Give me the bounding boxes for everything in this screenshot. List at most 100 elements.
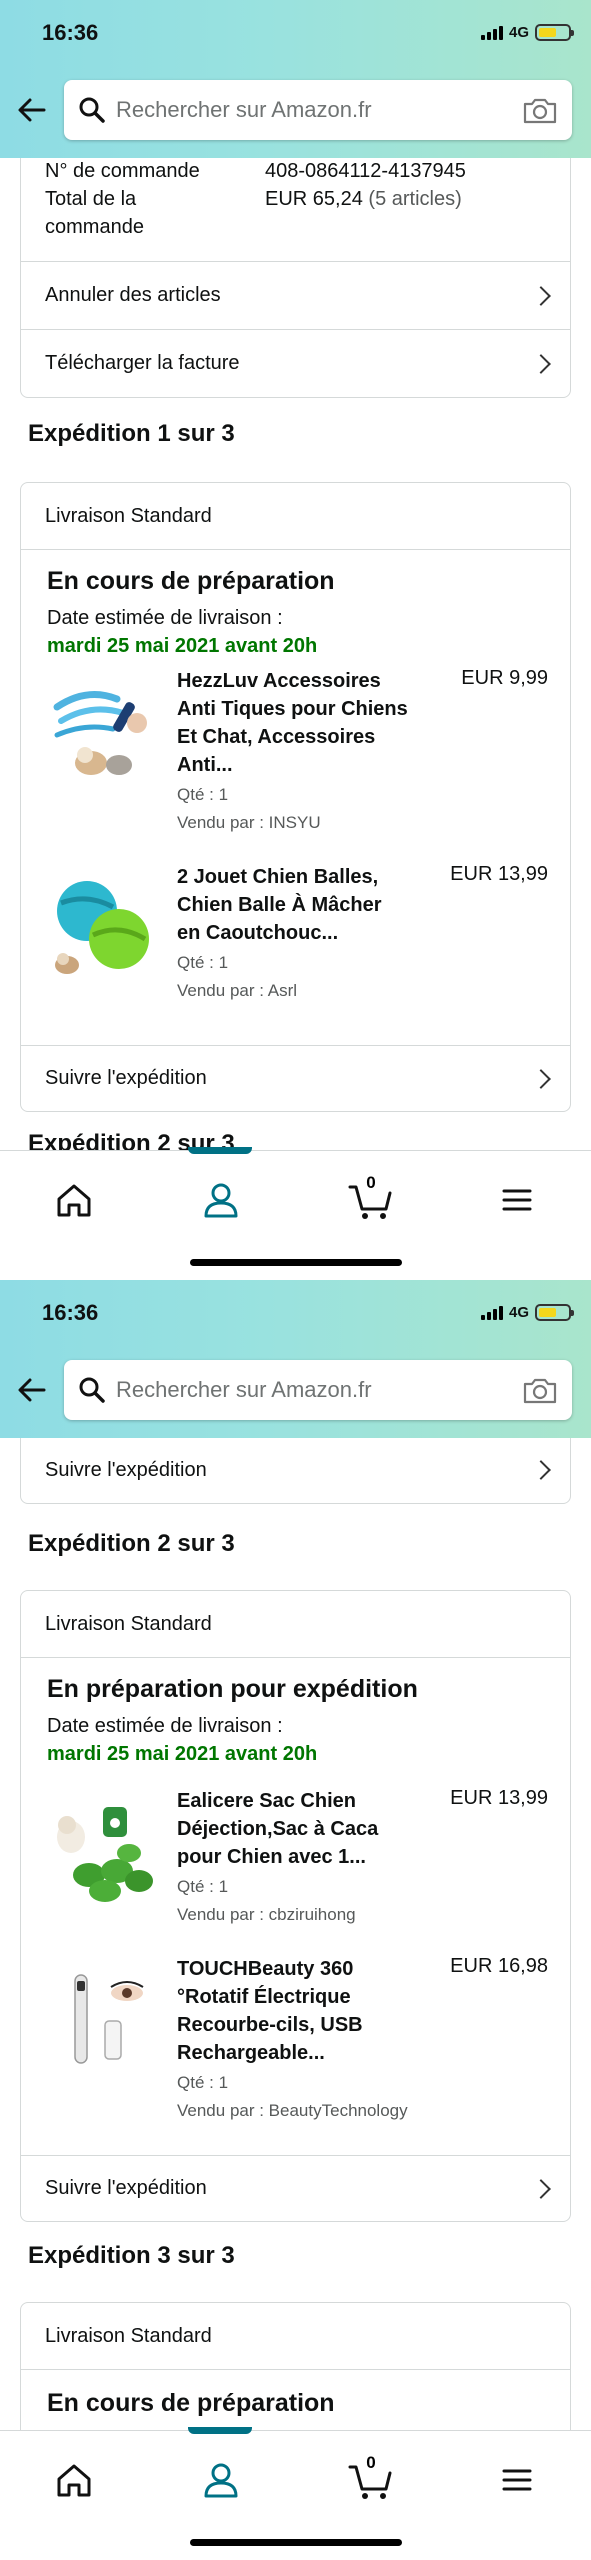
product-name[interactable]: Ealicere Sac Chien Déjection,Sac à Caca … — [177, 1787, 427, 1871]
shipment-1-method: Livraison Standard — [21, 483, 570, 549]
home-icon[interactable] — [49, 1175, 99, 1225]
search-placeholder: Rechercher sur Amazon.fr — [116, 1377, 372, 1402]
camera-icon[interactable] — [522, 95, 558, 125]
product-name-line: °Rotatif Électrique — [177, 1986, 351, 2008]
product-name[interactable]: TOUCHBeauty 360 °Rotatif Électrique Reco… — [177, 1955, 427, 2067]
camera-icon[interactable] — [522, 1375, 558, 1405]
back-arrow-icon[interactable] — [14, 1372, 50, 1408]
product-seller: Vendu par : INSYU — [177, 813, 321, 832]
product-quantity: Qté : 1 — [177, 785, 229, 804]
product-name-line: Recourbe-cils, USB — [177, 2014, 363, 2036]
product-name-line: Et Chat, Accessoires — [177, 726, 376, 748]
download-invoice-row[interactable]: Télécharger la facture — [21, 329, 570, 397]
order-details-content: Suivre l'expédition Expédition 2 sur 3 L… — [0, 1438, 591, 2448]
track-shipment-row[interactable]: Suivre l'expédition — [21, 1045, 570, 1111]
order-summary-card: N° de commande 408-0864112-4137945 Total… — [20, 158, 571, 398]
track-shipment-label: Suivre l'expédition — [45, 1067, 207, 1089]
cancel-items-label: Annuler des articles — [45, 284, 221, 306]
chevron-right-icon — [531, 1068, 551, 1089]
product-name-line: Anti... — [177, 754, 233, 776]
shipment-2-title: Expédition 2 sur 3 — [28, 1530, 235, 1557]
divider — [21, 2369, 570, 2370]
order-item[interactable]: TOUCHBeauty 360 °Rotatif Électrique Reco… — [21, 1955, 570, 2120]
account-icon[interactable] — [196, 2455, 246, 2505]
home-indicator — [190, 1259, 402, 1266]
order-total-label-2: commande — [45, 216, 144, 238]
product-name-line: Chien Balle À Mâcher — [177, 894, 382, 916]
search-input[interactable]: Rechercher sur Amazon.fr — [64, 1360, 572, 1420]
search-placeholder: Rechercher sur Amazon.fr — [116, 97, 372, 122]
track-shipment-row[interactable]: Suivre l'expédition — [21, 2155, 570, 2221]
product-image-eyelash-curler[interactable] — [47, 1965, 157, 2075]
download-invoice-label: Télécharger la facture — [45, 352, 240, 374]
chevron-right-icon — [531, 353, 551, 374]
product-image-tick-tools[interactable] — [47, 677, 157, 787]
screen-1: 16:36 4G Rechercher sur Amazon.fr N° de … — [0, 0, 591, 1280]
network-label: 4G — [508, 24, 529, 41]
cart-button[interactable]: 0 — [346, 1173, 396, 1225]
order-number-label: N° de commande — [45, 160, 200, 182]
search-icon — [79, 1377, 105, 1403]
shipment-method-label: Livraison Standard — [45, 504, 212, 527]
chevron-right-icon — [531, 285, 551, 306]
delivery-date-value: mardi 25 mai 2021 avant 20h — [47, 1743, 318, 1765]
cart-count: 0 — [366, 2453, 376, 2472]
divider — [21, 1657, 570, 1658]
shipment-2-status: En préparation pour expédition — [47, 1675, 418, 1703]
shipment-1-card: Livraison Standard En cours de préparati… — [20, 482, 571, 1112]
cart-button[interactable]: 0 — [346, 2453, 396, 2505]
menu-icon[interactable] — [492, 2455, 542, 2505]
top-header: 16:36 4G Rechercher sur Amazon.fr — [0, 1280, 591, 1438]
product-seller: Vendu par : BeautyTechnology — [177, 2101, 408, 2120]
order-total-amount: EUR 65,24 — [265, 188, 363, 210]
bottom-tab-bar: 0 — [0, 2427, 591, 2560]
product-quantity: Qté : 1 — [177, 2073, 229, 2092]
status-time: 16:36 — [42, 20, 99, 45]
search-input[interactable]: Rechercher sur Amazon.fr — [64, 80, 572, 140]
order-item[interactable]: Ealicere Sac Chien Déjection,Sac à Caca … — [21, 1787, 570, 1947]
home-indicator — [190, 2539, 402, 2546]
shipment-3-title: Expédition 3 sur 3 — [28, 2242, 235, 2269]
delivery-date-value: mardi 25 mai 2021 avant 20h — [47, 635, 318, 657]
order-total-value: EUR 65,24 (5 articles) — [265, 185, 462, 213]
product-price: EUR 16,98 — [450, 1955, 548, 1977]
order-item[interactable]: 2 Jouet Chien Balles, Chien Balle À Mâch… — [21, 863, 570, 1023]
product-name-line: TOUCHBeauty 360 — [177, 1958, 354, 1980]
product-name[interactable]: 2 Jouet Chien Balles, Chien Balle À Mâch… — [177, 863, 427, 947]
account-icon[interactable] — [196, 1175, 246, 1225]
order-total-label-1: Total de la — [45, 188, 137, 210]
order-item[interactable]: HezzLuv Accessoires Anti Tiques pour Chi… — [21, 667, 570, 832]
top-header: 16:36 4G Rechercher sur Amazon.fr — [0, 0, 591, 158]
delivery-date-label: Date estimée de livraison : — [47, 1715, 283, 1737]
signal-icon — [480, 1305, 503, 1320]
product-image-poop-bags[interactable] — [47, 1797, 157, 1907]
product-name[interactable]: HezzLuv Accessoires Anti Tiques pour Chi… — [177, 667, 427, 779]
shipment-1-status: En cours de préparation — [47, 567, 335, 595]
active-tab-indicator — [188, 1147, 252, 1154]
home-icon[interactable] — [49, 2455, 99, 2505]
product-seller: Vendu par : cbziruihong — [177, 1905, 356, 1924]
network-label: 4G — [508, 1304, 529, 1321]
product-quantity: Qté : 1 — [177, 1877, 229, 1896]
track-shipment-row[interactable]: Suivre l'expédition — [21, 1438, 570, 1503]
order-details-content: N° de commande 408-0864112-4137945 Total… — [0, 158, 591, 1168]
product-name-line: 2 Jouet Chien Balles, — [177, 866, 379, 888]
shipment-3-status: En cours de préparation — [47, 2389, 335, 2417]
chevron-right-icon — [531, 2178, 551, 2199]
order-number-value: 408-0864112-4137945 — [265, 160, 466, 182]
shipment-method-label: Livraison Standard — [45, 1612, 212, 1635]
search-icon — [79, 97, 105, 123]
menu-icon[interactable] — [492, 1175, 542, 1225]
order-total-count: (5 articles) — [368, 188, 462, 210]
product-name-line: pour Chien avec 1... — [177, 1846, 366, 1868]
battery-icon — [535, 1304, 574, 1321]
divider — [21, 549, 570, 550]
product-name-line: HezzLuv Accessoires — [177, 670, 381, 692]
shipment-method-label: Livraison Standard — [45, 2324, 212, 2347]
back-arrow-icon[interactable] — [14, 92, 50, 128]
product-seller: Vendu par : Asrl — [177, 981, 298, 1000]
track-shipment-label: Suivre l'expédition — [45, 1458, 207, 1481]
status-icons: 4G — [480, 1304, 574, 1321]
product-image-dog-balls[interactable] — [47, 873, 157, 983]
cancel-items-row[interactable]: Annuler des articles — [21, 261, 570, 329]
